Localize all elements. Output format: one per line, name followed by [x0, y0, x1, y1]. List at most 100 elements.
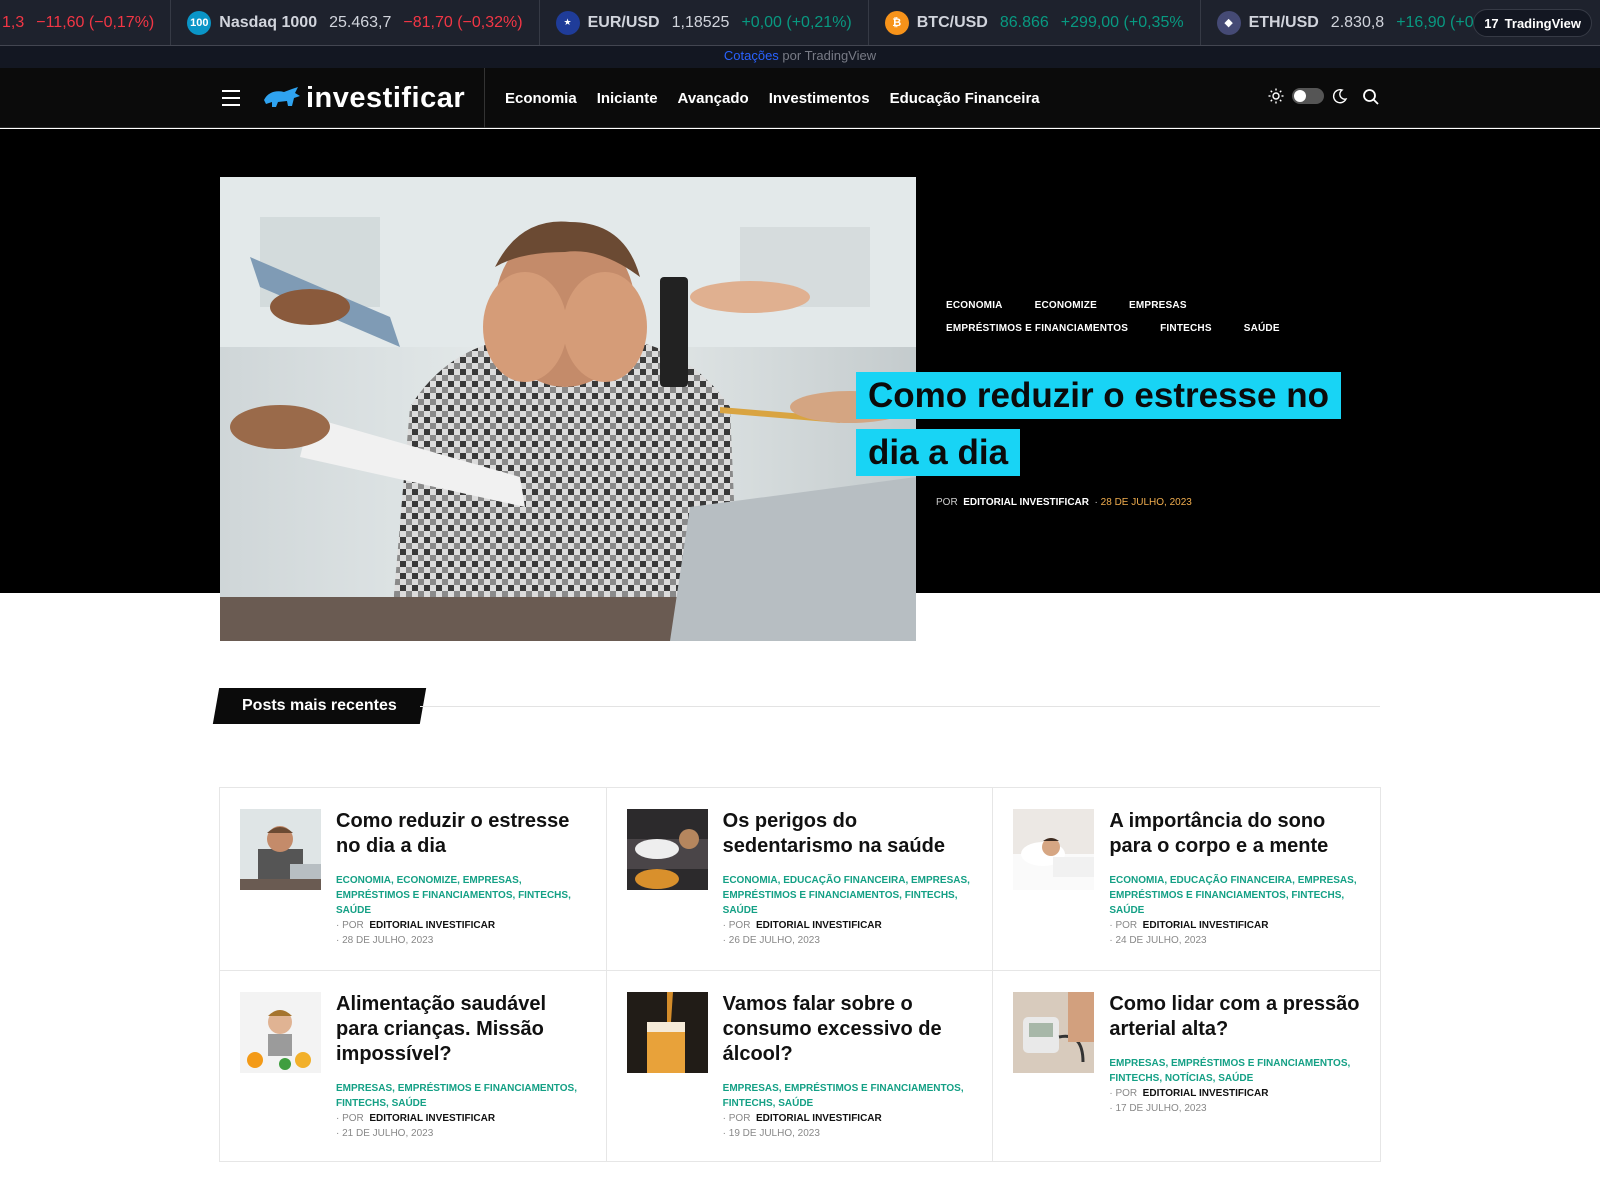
theme-switch[interactable] — [1292, 88, 1324, 104]
category-link[interactable]: EMPRÉSTIMOS E FINANCIAMENTOS — [946, 323, 1128, 334]
category-link[interactable]: EMPRÉSTIMOS E FINANCIAMENTOS — [723, 890, 900, 901]
post-title[interactable]: A importância do sono para o corpo e a m… — [1109, 809, 1360, 859]
category-link[interactable]: EMPRESAS — [723, 1083, 779, 1094]
post-author-line: · POR EDITORIAL INVESTIFICAR — [722, 1113, 882, 1124]
author-link[interactable]: EDITORIAL INVESTIFICAR — [369, 1113, 495, 1124]
category-link[interactable]: EMPRÉSTIMOS E FINANCIAMENTOS — [336, 890, 513, 901]
tradingview-badge-label: TradingView — [1504, 15, 1581, 31]
author-link[interactable]: EDITORIAL INVESTIFICAR — [756, 1113, 882, 1124]
category-link[interactable]: ECONOMIA — [336, 875, 391, 886]
category-link[interactable]: ECONOMIZE — [397, 875, 458, 886]
category-link[interactable]: ECONOMIA — [946, 300, 1003, 311]
nav-item-economia[interactable]: Economia — [505, 90, 577, 107]
category-link[interactable]: FINTECHS — [518, 890, 568, 901]
post-card[interactable]: Os perigos do sedentarismo na saúde ECON… — [606, 788, 994, 971]
post-author-line: · POR EDITORIAL INVESTIFICAR — [336, 920, 496, 931]
theme-toggle[interactable] — [1268, 88, 1348, 104]
author-link[interactable]: EDITORIAL INVESTIFICAR — [1143, 1088, 1269, 1099]
author-link[interactable]: EDITORIAL INVESTIFICAR — [369, 920, 495, 931]
hero-title[interactable]: Como reduzir o estresse no dia a dia — [856, 367, 1386, 481]
category-link[interactable]: FINTECHS — [1291, 890, 1341, 901]
category-link[interactable]: FINTECHS — [723, 1098, 773, 1109]
nav-item-investimentos[interactable]: Investimentos — [769, 90, 870, 107]
quotes-ticker[interactable]: 1,3 −11,60 (−0,17%) 100 Nasdaq 1000 25.4… — [0, 0, 1600, 46]
post-title[interactable]: Como lidar com a pressão arterial alta? — [1109, 992, 1360, 1042]
post-author-line: · POR EDITORIAL INVESTIFICAR — [1109, 1088, 1269, 1099]
category-link[interactable]: EMPRÉSTIMOS E FINANCIAMENTOS — [1109, 890, 1286, 901]
post-card[interactable]: Como reduzir o estresse no dia a dia ECO… — [220, 788, 607, 971]
category-link[interactable]: SAÚDE — [1244, 323, 1280, 334]
author-link[interactable]: EDITORIAL INVESTIFICAR — [756, 920, 882, 931]
post-thumbnail[interactable] — [240, 809, 321, 890]
post-thumbnail[interactable] — [626, 992, 708, 1073]
category-link[interactable]: FINTECHS — [905, 890, 955, 901]
nav-item-iniciante[interactable]: Iniciante — [597, 90, 658, 107]
menu-icon[interactable] — [222, 90, 240, 106]
category-link[interactable]: SAÚDE — [1109, 905, 1144, 916]
category-link[interactable]: SAÚDE — [392, 1098, 427, 1109]
post-title[interactable]: Alimentação saudável para crianças. Miss… — [336, 992, 586, 1067]
ticker-price: 25.463,7 — [329, 13, 392, 31]
post-title[interactable]: Os perigos do sedentarismo na saúde — [723, 809, 973, 859]
post-thumbnail[interactable] — [626, 809, 708, 890]
category-link[interactable]: EMPRÉSTIMOS E FINANCIAMENTOS — [784, 1083, 961, 1094]
post-title[interactable]: Vamos falar sobre o consumo excessivo de… — [723, 992, 973, 1067]
category-link[interactable]: NOTÍCIAS — [1165, 1073, 1213, 1084]
quotes-link[interactable]: Cotações — [724, 48, 779, 63]
category-link[interactable]: EMPRESAS — [1298, 875, 1354, 886]
category-link[interactable]: EMPRESAS — [336, 1083, 392, 1094]
ticker-item-btcusd[interactable]: ₿ BTC/USD 86.866 +299,00 (+0,35% — [869, 0, 1201, 45]
nav-item-avancado[interactable]: Avançado — [678, 90, 749, 107]
author-link[interactable]: EDITORIAL INVESTIFICAR — [1143, 920, 1269, 931]
main-nav: Economia Iniciante Avançado Investimento… — [505, 68, 1040, 128]
post-thumbnail[interactable] — [240, 992, 321, 1073]
post-card[interactable]: Alimentação saudável para crianças. Miss… — [220, 971, 607, 1161]
sun-icon — [1268, 88, 1284, 104]
category-link[interactable]: EMPRESAS — [1109, 1058, 1165, 1069]
post-thumbnail[interactable] — [1013, 809, 1095, 890]
category-link[interactable]: SAÚDE — [778, 1098, 813, 1109]
post-card[interactable]: Como lidar com a pressão arterial alta? … — [993, 971, 1380, 1161]
search-icon[interactable] — [1362, 88, 1380, 111]
hero-image[interactable] — [220, 177, 916, 641]
post-author-line: · POR EDITORIAL INVESTIFICAR — [336, 1113, 496, 1124]
ticker-item[interactable]: 1,3 −11,60 (−0,17%) — [0, 0, 172, 45]
category-link[interactable]: SAÚDE — [1218, 1073, 1253, 1084]
hero-meta: POR EDITORIAL INVESTIFICAR · 28 DE JULHO… — [936, 497, 1192, 508]
category-link[interactable]: EMPRESAS — [911, 875, 967, 886]
category-link[interactable]: EDUCAÇÃO FINANCEIRA — [783, 875, 905, 886]
category-link[interactable]: FINTECHS — [1160, 323, 1212, 334]
category-link[interactable]: EMPRESAS — [1129, 300, 1187, 311]
category-link[interactable]: SAÚDE — [723, 905, 758, 916]
ticker-item-eurusd[interactable]: ★ EUR/USD 1,18525 +0,00 (+0,21%) — [540, 0, 869, 45]
post-card[interactable]: A importância do sono para o corpo e a m… — [993, 788, 1380, 971]
post-categories: ECONOMIA, EDUCAÇÃO FINANCEIRA, EMPRESAS,… — [1109, 875, 1357, 916]
post-thumbnail[interactable] — [1013, 992, 1095, 1073]
category-link[interactable]: EMPRÉSTIMOS E FINANCIAMENTOS — [398, 1083, 575, 1094]
nav-item-educacao-financeira[interactable]: Educação Financeira — [890, 90, 1040, 107]
section-title: Posts mais recentes — [242, 697, 397, 714]
header-divider — [484, 68, 485, 128]
post-date: 19 DE JULHO, 2023 — [728, 1128, 820, 1139]
category-link[interactable]: ECONOMIA — [723, 875, 778, 886]
post-title[interactable]: Como reduzir o estresse no dia a dia — [336, 809, 586, 859]
ticker-symbol: Nasdaq 1000 — [219, 13, 318, 31]
section-title-tag: Posts mais recentes — [212, 688, 426, 724]
category-link[interactable]: EMPRESAS — [463, 875, 519, 886]
category-link[interactable]: EDUCAÇÃO FINANCEIRA — [1170, 875, 1292, 886]
site-logo[interactable]: investificar — [262, 80, 465, 116]
tradingview-badge[interactable]: 17 TradingView — [1473, 9, 1592, 37]
ticker-symbol: EUR/USD — [587, 13, 660, 31]
author-link[interactable]: EDITORIAL INVESTIFICAR — [963, 497, 1089, 508]
category-link[interactable]: EMPRÉSTIMOS E FINANCIAMENTOS — [1171, 1058, 1348, 1069]
ticker-item-nasdaq[interactable]: 100 Nasdaq 1000 25.463,7 −81,70 (−0,32%) — [171, 0, 540, 45]
category-link[interactable]: FINTECHS — [336, 1098, 386, 1109]
category-link[interactable]: ECONOMIZE — [1035, 300, 1097, 311]
ethereum-icon: ◆ — [1216, 10, 1241, 35]
category-link[interactable]: FINTECHS — [1109, 1073, 1159, 1084]
post-card[interactable]: Vamos falar sobre o consumo excessivo de… — [607, 971, 994, 1161]
logo-text: investificar — [306, 81, 466, 114]
hero-title-text[interactable]: Como reduzir o estresse no dia a dia — [856, 372, 1341, 476]
category-link[interactable]: ECONOMIA — [1109, 875, 1164, 886]
category-link[interactable]: SAÚDE — [336, 905, 371, 916]
